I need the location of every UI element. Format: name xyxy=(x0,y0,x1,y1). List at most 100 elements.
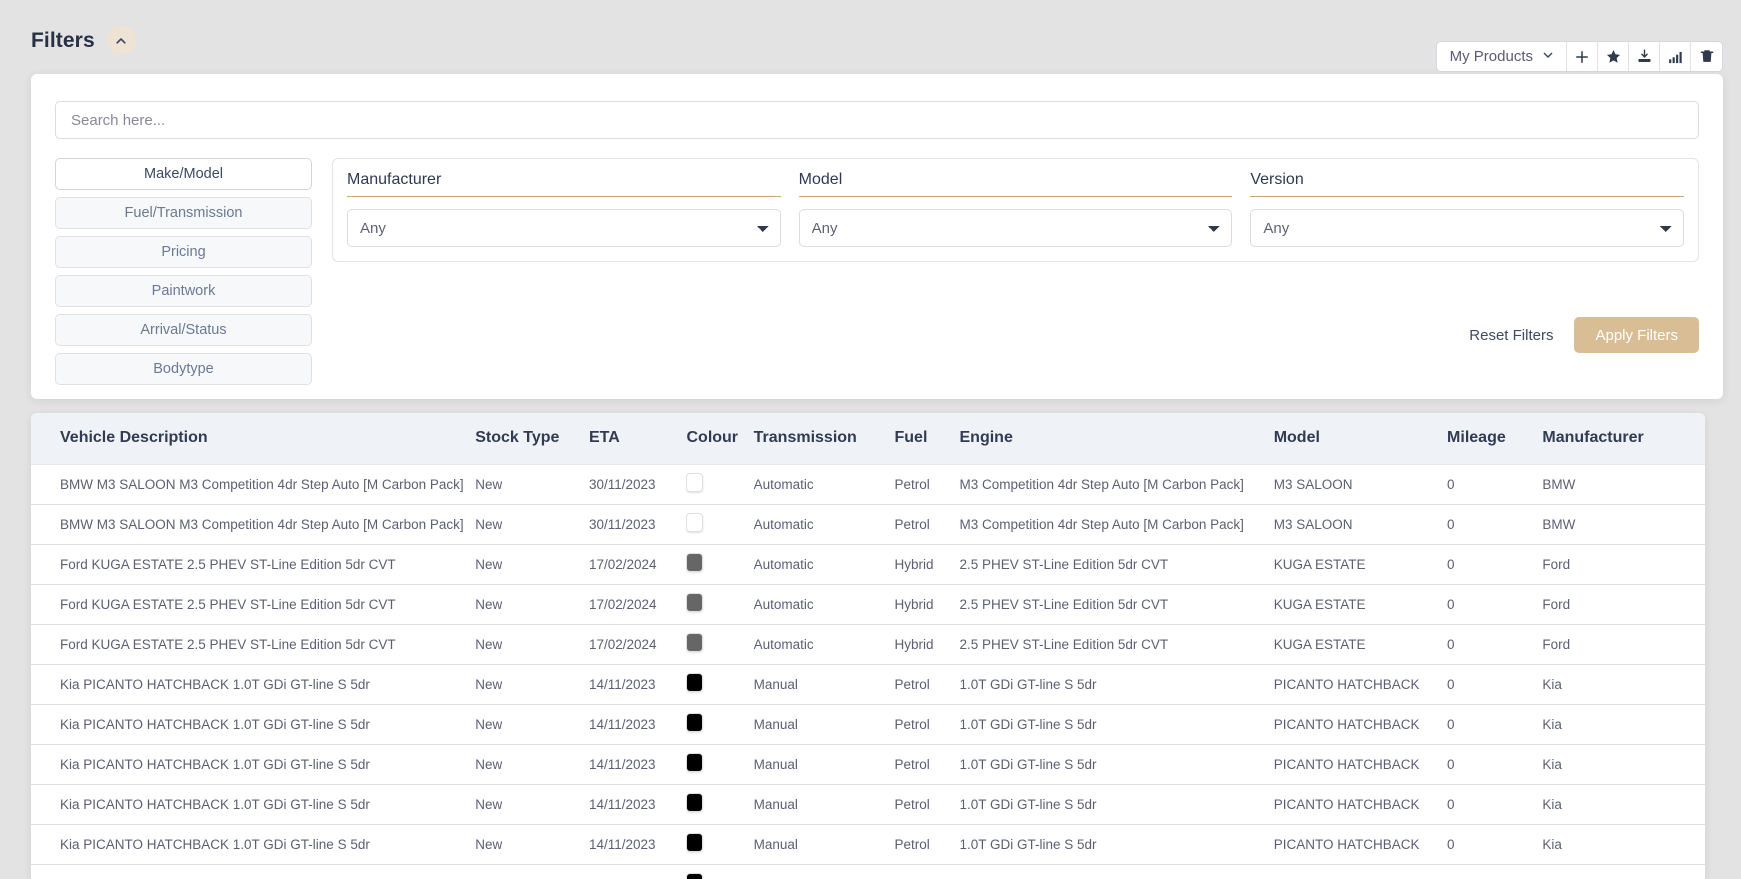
row-manufacturer: Kia xyxy=(1542,704,1705,745)
add-button[interactable] xyxy=(1567,42,1598,71)
filter-tab-fuel-transmission[interactable]: Fuel/Transmission xyxy=(55,197,312,229)
row-eta: 14/11/2023 xyxy=(588,744,687,785)
table-row[interactable]: Kia PICANTO HATCHBACK 1.0T GDi GT-line S… xyxy=(31,744,1705,785)
filter-tab-label: Arrival/Status xyxy=(140,322,227,338)
row-mileage: 0 xyxy=(1447,744,1543,785)
filter-tab-label: Fuel/Transmission xyxy=(124,205,243,221)
row-stock-type: New xyxy=(475,744,589,785)
colour-swatch-icon xyxy=(686,833,704,852)
table-row[interactable]: Kia PICANTO HATCHBACK 1.0T GDi GT-line S… xyxy=(31,864,1705,879)
row-model: M3 SALOON xyxy=(1273,463,1448,505)
col-model[interactable]: Model xyxy=(1273,413,1448,464)
row-colour-swatch xyxy=(686,704,754,745)
table-row[interactable]: Kia PICANTO HATCHBACK 1.0T GDi GT-line S… xyxy=(31,824,1705,865)
row-fuel: Petrol xyxy=(894,744,960,785)
col-transmission[interactable]: Transmission xyxy=(753,413,895,464)
version-select[interactable]: Any xyxy=(1250,209,1685,247)
delete-button[interactable] xyxy=(1691,42,1722,71)
row-model: PICANTO HATCHBACK xyxy=(1273,704,1448,745)
model-filter-group: Model Any xyxy=(798,171,1233,261)
chevron-up-icon[interactable] xyxy=(106,26,136,55)
row-engine: 1.0T GDi GT-line S 5dr xyxy=(959,704,1274,745)
row-manufacturer: Kia xyxy=(1542,864,1705,879)
row-engine: 2.5 PHEV ST-Line Edition 5dr CVT xyxy=(959,544,1274,585)
filter-tab-bodytype[interactable]: Bodytype xyxy=(55,353,312,385)
row-stock-type: New xyxy=(475,463,589,505)
trash-icon xyxy=(1700,49,1714,64)
colour-swatch-icon xyxy=(686,593,704,612)
filter-tab-pricing[interactable]: Pricing xyxy=(55,236,312,268)
row-eta: 14/11/2023 xyxy=(588,824,687,865)
row-transmission: Automatic xyxy=(753,624,895,665)
row-fuel: Petrol xyxy=(894,824,960,865)
download-button[interactable] xyxy=(1629,42,1660,71)
col-mileage[interactable]: Mileage xyxy=(1447,413,1543,464)
table-row[interactable]: Ford KUGA ESTATE 2.5 PHEV ST-Line Editio… xyxy=(31,544,1705,585)
row-stock-type: New xyxy=(475,784,589,825)
table-row[interactable]: Ford KUGA ESTATE 2.5 PHEV ST-Line Editio… xyxy=(31,624,1705,665)
row-stock-type: New xyxy=(475,864,589,879)
row-manufacturer: BMW xyxy=(1542,463,1705,505)
version-filter-group: Version Any xyxy=(1250,171,1685,261)
row-vehicle-description: Kia PICANTO HATCHBACK 1.0T GDi GT-line S… xyxy=(31,824,476,865)
table-row[interactable]: Ford KUGA ESTATE 2.5 PHEV ST-Line Editio… xyxy=(31,584,1705,625)
row-transmission: Manual xyxy=(753,664,895,705)
manufacturer-filter-group: Manufacturer Any xyxy=(347,171,781,261)
filter-tab-make-model[interactable]: Make/Model xyxy=(55,158,312,190)
table-row[interactable]: BMW M3 SALOON M3 Competition 4dr Step Au… xyxy=(31,463,1705,505)
col-vehicle-description[interactable]: Vehicle Description xyxy=(31,413,476,464)
row-manufacturer: Ford xyxy=(1542,544,1705,585)
manufacturer-select[interactable]: Any xyxy=(347,209,781,247)
row-vehicle-description: Ford KUGA ESTATE 2.5 PHEV ST-Line Editio… xyxy=(31,584,476,625)
row-colour-swatch xyxy=(686,864,754,879)
colour-swatch-icon xyxy=(686,473,704,492)
col-engine[interactable]: Engine xyxy=(959,413,1274,464)
table-row[interactable]: Kia PICANTO HATCHBACK 1.0T GDi GT-line S… xyxy=(31,704,1705,745)
table-row[interactable]: Kia PICANTO HATCHBACK 1.0T GDi GT-line S… xyxy=(31,784,1705,825)
row-eta: 17/02/2024 xyxy=(588,544,687,585)
row-fuel: Hybrid xyxy=(894,584,960,625)
row-vehicle-description: BMW M3 SALOON M3 Competition 4dr Step Au… xyxy=(31,504,476,545)
table-row[interactable]: BMW M3 SALOON M3 Competition 4dr Step Au… xyxy=(31,504,1705,545)
col-fuel[interactable]: Fuel xyxy=(894,413,960,464)
analytics-button[interactable] xyxy=(1660,42,1691,71)
col-stock-type[interactable]: Stock Type xyxy=(475,413,589,464)
row-eta: 17/02/2024 xyxy=(588,624,687,665)
row-eta: 14/11/2023 xyxy=(588,664,687,705)
filter-tab-arrival-status[interactable]: Arrival/Status xyxy=(55,314,312,346)
filter-tab-list: Make/Model Fuel/Transmission Pricing Pai… xyxy=(55,158,312,385)
row-manufacturer: Ford xyxy=(1542,584,1705,625)
row-vehicle-description: Kia PICANTO HATCHBACK 1.0T GDi GT-line S… xyxy=(31,704,476,745)
col-manufacturer[interactable]: Manufacturer xyxy=(1542,413,1705,464)
apply-filters-button[interactable]: Apply Filters xyxy=(1574,317,1699,353)
col-colour[interactable]: Colour xyxy=(686,413,754,464)
reset-filters-button[interactable]: Reset Filters xyxy=(1465,319,1557,352)
table-row[interactable]: Kia PICANTO HATCHBACK 1.0T GDi GT-line S… xyxy=(31,664,1705,705)
row-fuel: Petrol xyxy=(894,504,960,545)
my-products-dropdown[interactable]: My Products xyxy=(1436,42,1567,71)
row-engine: 1.0T GDi GT-line S 5dr xyxy=(959,784,1274,825)
row-mileage: 0 xyxy=(1447,504,1543,545)
row-model: PICANTO HATCHBACK xyxy=(1273,784,1448,825)
colour-swatch-icon xyxy=(686,553,704,572)
favourite-button[interactable] xyxy=(1598,42,1629,71)
search-input[interactable] xyxy=(55,101,1699,139)
row-engine: 1.0T GDi GT-line S 5dr xyxy=(959,824,1274,865)
filters-header: Filters xyxy=(31,26,136,55)
filter-actions: Reset Filters Apply Filters xyxy=(1465,317,1699,353)
row-manufacturer: Kia xyxy=(1542,824,1705,865)
vehicles-table-card: Vehicle Description Stock Type ETA Colou… xyxy=(31,413,1705,879)
filter-tab-label: Pricing xyxy=(161,244,206,260)
col-eta[interactable]: ETA xyxy=(588,413,687,464)
row-colour-swatch xyxy=(686,584,754,625)
row-model: M3 SALOON xyxy=(1273,504,1448,545)
filter-tab-label: Bodytype xyxy=(153,361,214,377)
filter-tab-paintwork[interactable]: Paintwork xyxy=(55,275,312,307)
row-engine: 1.0T GDi GT-line S 5dr xyxy=(959,744,1274,785)
row-eta: 14/11/2023 xyxy=(588,864,687,879)
row-stock-type: New xyxy=(475,664,589,705)
row-transmission: Manual xyxy=(753,864,895,879)
row-model: KUGA ESTATE xyxy=(1273,544,1448,585)
row-stock-type: New xyxy=(475,704,589,745)
model-select[interactable]: Any xyxy=(798,209,1233,247)
